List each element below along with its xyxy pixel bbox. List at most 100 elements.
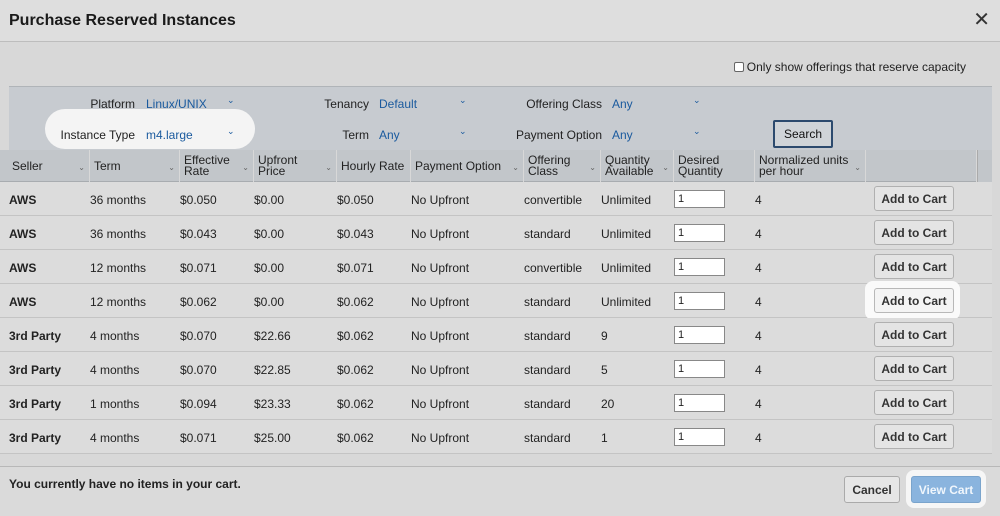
col-payment-option[interactable]: Payment Option ⌄ <box>411 150 524 182</box>
col-hourly-rate[interactable]: Hourly Rate <box>337 150 411 182</box>
cell-offering-class: convertible <box>524 261 583 275</box>
cell-term: 1 months <box>90 397 140 411</box>
col-quantity-available-label-2: Available <box>605 164 654 178</box>
cell-normalized-units: 4 <box>755 193 762 207</box>
payment-option-label: Payment Option <box>515 128 602 142</box>
sort-icon: ⌄ <box>512 163 519 172</box>
dialog-footer: You currently have no items in your cart… <box>0 466 1000 516</box>
col-term-label: Term <box>94 158 121 173</box>
add-to-cart-button[interactable]: Add to Cart <box>874 254 954 279</box>
col-quantity-available[interactable]: Quantity Available ⌄ <box>601 150 674 182</box>
cell-payment-option: No Upfront <box>411 261 470 275</box>
cell-effective-rate: $0.094 <box>180 397 217 411</box>
cell-upfront-price: $22.85 <box>254 363 291 377</box>
table-row: AWS 12 months $0.071 $0.00 $0.071 No Upf… <box>0 250 992 284</box>
cell-normalized-units: 4 <box>755 295 762 309</box>
cell-upfront-price: $0.00 <box>254 227 285 241</box>
col-term[interactable]: Term ⌄ <box>90 150 180 182</box>
cell-seller: AWS <box>9 295 37 309</box>
search-button[interactable]: Search <box>773 120 833 148</box>
cell-effective-rate: $0.062 <box>180 295 217 309</box>
view-cart-button[interactable]: View Cart <box>911 476 981 503</box>
cell-normalized-units: 4 <box>755 227 762 241</box>
col-upfront-price-label-2: Price <box>258 164 286 178</box>
cell-quantity-available: 1 <box>601 431 608 445</box>
payment-option-chevron-icon[interactable]: ⌄ <box>693 126 701 137</box>
desired-quantity-input[interactable]: 1 <box>674 224 725 242</box>
cell-offering-class: standard <box>524 363 571 377</box>
cell-payment-option: No Upfront <box>411 295 470 309</box>
reserve-capacity-checkbox[interactable] <box>733 62 744 72</box>
sort-icon: ⌄ <box>854 163 861 172</box>
add-to-cart-button[interactable]: Add to Cart <box>874 390 954 415</box>
reserve-capacity-option[interactable]: Only show offerings that reserve capacit… <box>733 60 966 74</box>
col-normalized-units-label-2: per hour <box>759 164 804 178</box>
desired-quantity-input[interactable]: 1 <box>674 292 725 310</box>
desired-quantity-input[interactable]: 1 <box>674 190 725 208</box>
col-effective-rate[interactable]: Effective Rate ⌄ <box>180 150 254 182</box>
table-header: Seller ⌄ Term ⌄ Effective Rate ⌄ Upfront P… <box>0 150 992 182</box>
cell-offering-class: standard <box>524 431 571 445</box>
cell-hourly-rate: $0.062 <box>337 363 374 377</box>
cell-hourly-rate: $0.043 <box>337 227 374 241</box>
term-select[interactable]: Any <box>379 128 400 142</box>
col-actions <box>866 150 977 182</box>
add-to-cart-button[interactable]: Add to Cart <box>874 220 954 245</box>
tenancy-select[interactable]: Default <box>379 97 417 111</box>
table-row: 3rd Party 1 months $0.094 $23.33 $0.062 … <box>0 386 992 420</box>
table-row: AWS 36 months $0.050 $0.00 $0.050 No Upf… <box>0 182 992 216</box>
col-seller[interactable]: Seller ⌄ <box>8 150 90 182</box>
instance-type-label: Instance Type <box>60 128 136 142</box>
col-normalized-units[interactable]: Normalized units per hour ⌄ <box>755 150 866 182</box>
sort-icon: ⌄ <box>589 163 596 172</box>
cell-effective-rate: $0.050 <box>180 193 217 207</box>
cell-quantity-available: 9 <box>601 329 608 343</box>
sort-icon: ⌄ <box>78 163 85 172</box>
cell-normalized-units: 4 <box>755 329 762 343</box>
desired-quantity-input[interactable]: 1 <box>674 394 725 412</box>
cell-term: 12 months <box>90 295 147 309</box>
sort-icon: ⌄ <box>168 163 175 172</box>
close-icon[interactable]: ✕ <box>973 10 990 30</box>
cell-seller: 3rd Party <box>9 329 62 343</box>
offering-class-label: Offering Class <box>526 97 602 111</box>
cell-seller: AWS <box>9 193 37 207</box>
offering-class-chevron-icon[interactable]: ⌄ <box>693 95 701 106</box>
add-to-cart-button[interactable]: Add to Cart <box>874 424 954 449</box>
add-to-cart-button[interactable]: Add to Cart <box>874 356 954 381</box>
platform-chevron-icon[interactable]: ⌄ <box>227 95 235 106</box>
cell-normalized-units: 4 <box>755 363 762 377</box>
add-to-cart-button[interactable]: Add to Cart <box>874 288 954 313</box>
table-row: AWS 36 months $0.043 $0.00 $0.043 No Upf… <box>0 216 992 250</box>
desired-quantity-input[interactable]: 1 <box>674 360 725 378</box>
cell-seller: 3rd Party <box>9 431 62 445</box>
cell-quantity-available: 5 <box>601 363 608 377</box>
offering-class-select[interactable]: Any <box>612 97 633 111</box>
cell-term: 12 months <box>90 261 147 275</box>
cell-normalized-units: 4 <box>755 431 762 445</box>
add-to-cart-button[interactable]: Add to Cart <box>874 322 954 347</box>
cell-quantity-available: Unlimited <box>601 261 652 275</box>
tenancy-label: Tenancy <box>324 97 369 111</box>
cell-payment-option: No Upfront <box>411 193 470 207</box>
cell-payment-option: No Upfront <box>411 227 470 241</box>
table-row: 3rd Party 4 months $0.071 $25.00 $0.062 … <box>0 420 992 454</box>
col-seller-label: Seller <box>12 158 43 173</box>
cell-quantity-available: 20 <box>601 397 615 411</box>
cell-upfront-price: $22.66 <box>254 329 291 343</box>
desired-quantity-input[interactable]: 1 <box>674 258 725 276</box>
payment-option-select[interactable]: Any <box>612 128 633 142</box>
desired-quantity-input[interactable]: 1 <box>674 428 725 446</box>
instance-type-chevron-icon[interactable]: ⌄ <box>227 126 235 137</box>
desired-quantity-input[interactable]: 1 <box>674 326 725 344</box>
instance-type-select[interactable]: m4.large <box>146 128 193 142</box>
add-to-cart-button[interactable]: Add to Cart <box>874 186 954 211</box>
tenancy-chevron-icon[interactable]: ⌄ <box>459 95 467 106</box>
cancel-button[interactable]: Cancel <box>844 476 900 503</box>
platform-select[interactable]: Linux/UNIX <box>146 97 207 111</box>
term-chevron-icon[interactable]: ⌄ <box>459 126 467 137</box>
col-offering-class[interactable]: Offering Class ⌄ <box>524 150 601 182</box>
sort-icon: ⌄ <box>662 163 669 172</box>
col-upfront-price[interactable]: Upfront Price ⌄ <box>254 150 337 182</box>
filter-panel: Platform Linux/UNIX ⌄ Tenancy Default ⌄ … <box>9 86 992 150</box>
